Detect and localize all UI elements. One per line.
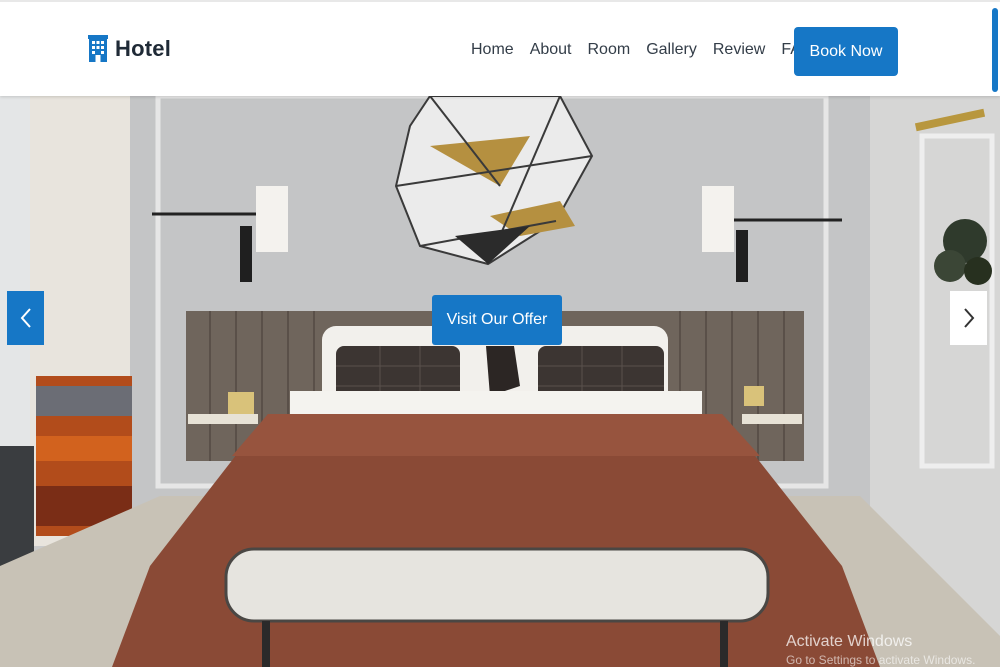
nav-link-room[interactable]: Room [588,41,631,59]
hero-bedroom-image [0,96,1000,667]
brand-name: Hotel [115,36,171,61]
brand-logo[interactable]: Hotel [88,35,171,63]
nav-link-gallery[interactable]: Gallery [646,41,697,59]
chevron-right-icon [963,308,974,328]
page: Hotel Home About Room Gallery Review FAQ… [0,0,1000,667]
main-nav: Home About Room Gallery Review FAQ [471,41,829,59]
watermark-title: Activate Windows [786,633,913,650]
book-now-button[interactable]: Book Now [794,27,898,76]
nav-link-home[interactable]: Home [471,41,514,59]
nav-link-review[interactable]: Review [713,41,765,59]
visit-offer-button[interactable]: Visit Our Offer [432,295,562,345]
os-activation-watermark: Activate Windows Go to Settings to activ… [786,633,975,667]
hero-slider: Visit Our Offer Activate Windows Go to S… [0,96,1000,667]
site-header: Hotel Home About Room Gallery Review FAQ… [0,0,1000,96]
hotel-building-icon [88,35,108,62]
scrollbar-thumb[interactable] [992,8,998,92]
watermark-subtitle: Go to Settings to activate Windows. [786,653,976,667]
slider-next-button[interactable] [950,291,987,345]
nav-link-about[interactable]: About [530,41,572,59]
slider-prev-button[interactable] [7,291,44,345]
chevron-left-icon [20,308,31,328]
